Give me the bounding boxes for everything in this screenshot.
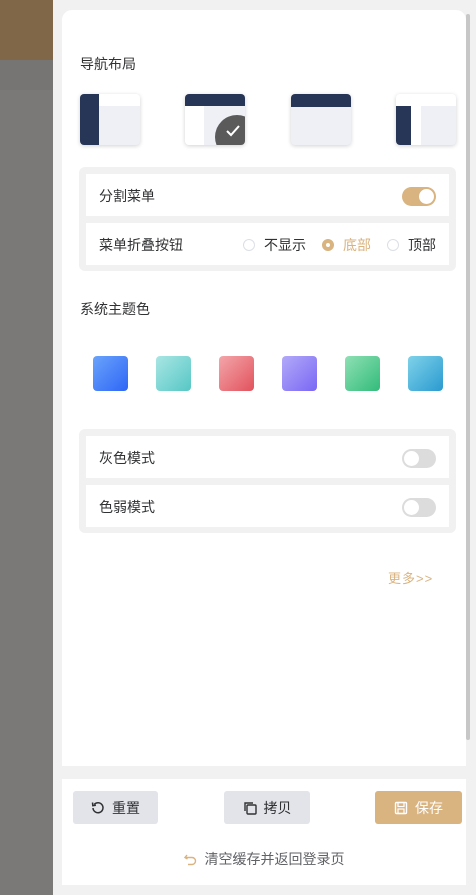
save-button[interactable]: 保存 <box>375 791 462 824</box>
weak-mode-row: 色弱模式 <box>86 485 449 527</box>
theme-color-title: 系统主题色 <box>80 301 150 317</box>
split-menu-switch[interactable] <box>402 187 436 206</box>
settings-content: 导航布局 分割菜单 菜单折叠按钮 不显示 底部 顶部 系统主题色 灰色模式 色弱… <box>62 10 466 766</box>
return-icon <box>183 854 196 865</box>
weak-mode-switch[interactable] <box>402 498 436 517</box>
theme-swatch-purple[interactable] <box>282 356 317 391</box>
more-link[interactable]: 更多>> <box>388 568 433 587</box>
theme-swatch-green[interactable] <box>345 356 380 391</box>
scrollbar[interactable] <box>466 14 470 740</box>
theme-swatch-red[interactable] <box>219 356 254 391</box>
radio-hide[interactable]: 不显示 <box>243 236 306 254</box>
theme-swatch-teal[interactable] <box>156 356 191 391</box>
copy-button[interactable]: 拷贝 <box>224 791 310 824</box>
gray-mode-row: 灰色模式 <box>86 436 449 478</box>
collapse-button-row: 菜单折叠按钮 不显示 底部 顶部 <box>86 223 449 265</box>
split-menu-row: 分割菜单 <box>86 174 449 216</box>
display-modes-panel: 灰色模式 色弱模式 <box>79 429 456 533</box>
selected-check-icon <box>215 115 245 145</box>
settings-drawer: 导航布局 分割菜单 菜单折叠按钮 不显示 底部 顶部 系统主题色 灰色模式 色弱… <box>53 0 476 895</box>
layout-option-mixed[interactable] <box>185 94 245 145</box>
nav-layout-title: 导航布局 <box>80 56 136 72</box>
gray-mode-switch[interactable] <box>402 449 436 468</box>
layout-option-top[interactable] <box>291 94 351 145</box>
layout-option-column[interactable] <box>396 94 456 145</box>
menu-options-panel: 分割菜单 菜单折叠按钮 不显示 底部 顶部 <box>79 167 456 271</box>
collapse-button-label: 菜单折叠按钮 <box>99 237 183 253</box>
theme-swatch-cyan[interactable] <box>408 356 443 391</box>
split-menu-label: 分割菜单 <box>99 188 155 204</box>
backdrop-overlay[interactable] <box>0 0 60 895</box>
reset-icon <box>91 801 104 813</box>
reset-button[interactable]: 重置 <box>73 791 158 824</box>
radio-top[interactable]: 顶部 <box>387 236 436 254</box>
layout-option-sidebar[interactable] <box>80 94 140 145</box>
theme-swatch-blue[interactable] <box>93 356 128 391</box>
backdrop-tabbar <box>0 60 60 90</box>
gray-mode-label: 灰色模式 <box>99 450 155 466</box>
weak-mode-label: 色弱模式 <box>99 499 155 515</box>
backdrop-header <box>0 0 60 60</box>
drawer-footer: 重置 拷贝 保存 清空缓存并返回登录页 <box>62 779 466 885</box>
save-icon <box>394 801 408 814</box>
copy-icon <box>243 801 257 815</box>
radio-bottom[interactable]: 底部 <box>322 236 371 254</box>
clear-cache-link[interactable]: 清空缓存并返回登录页 <box>62 849 466 869</box>
